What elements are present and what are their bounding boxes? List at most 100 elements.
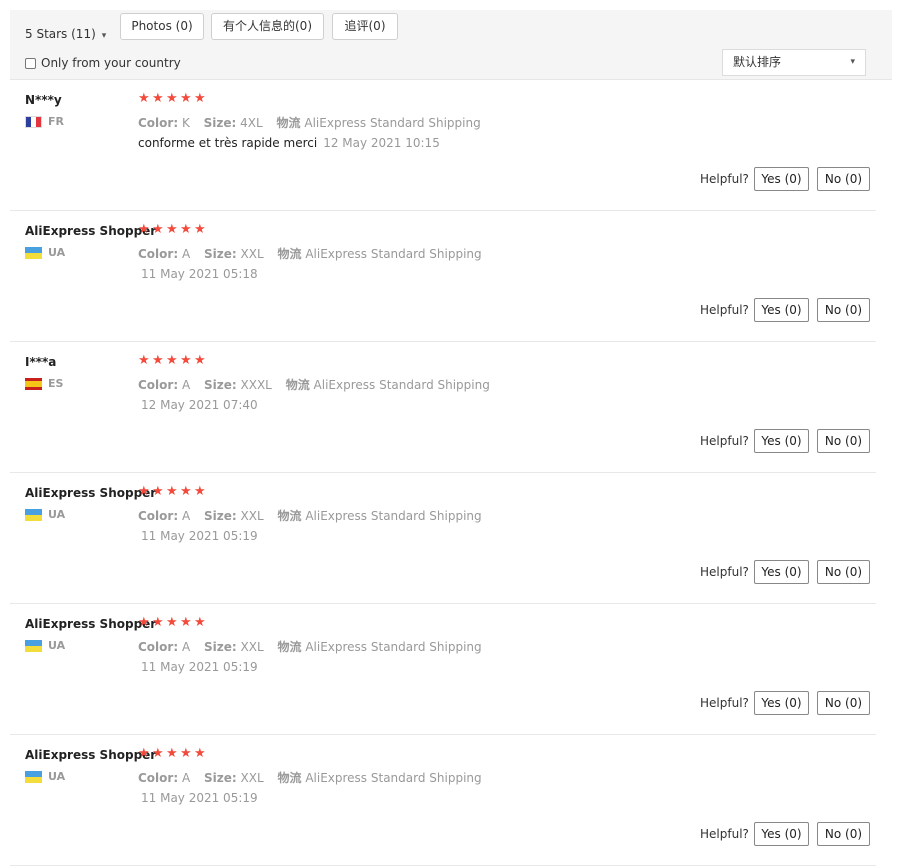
helpful-label: Helpful? — [700, 172, 749, 186]
order-info: Color: A Size: XXL 物流 AliExpress Standar… — [138, 769, 482, 786]
country-code: ES — [48, 377, 64, 390]
color-label: Color: — [138, 771, 179, 785]
star-icon: ★ — [194, 746, 206, 761]
comment-text: conforme et très rapide merci — [138, 136, 318, 150]
order-info: Color: A Size: XXL 物流 AliExpress Standar… — [138, 507, 482, 524]
reviewer-country: UA — [25, 508, 65, 521]
star-rating: ★ ★ ★ ★ ★ — [138, 354, 208, 368]
helpful-no-button[interactable]: No (0) — [817, 691, 870, 715]
star-icon: ★ — [180, 615, 192, 630]
star-icon: ★ — [180, 222, 192, 237]
size-label: Size: — [204, 771, 237, 785]
reviewer-name: AliExpress Shopper — [25, 748, 157, 762]
review-item: AliExpress Shopper UA ★ ★ ★ ★ ★ Color: A Siz… — [10, 211, 876, 342]
helpful-yes-button[interactable]: Yes (0) — [754, 298, 809, 322]
helpful-yes-button[interactable]: Yes (0) — [754, 167, 809, 191]
star-icon: ★ — [166, 91, 178, 106]
helpful-yes-button[interactable]: Yes (0) — [754, 560, 809, 584]
star-icon: ★ — [152, 222, 164, 237]
shipping-value: AliExpress Standard Shipping — [305, 247, 482, 261]
star-filter-dropdown[interactable]: 5 Stars (11) ▾ — [25, 20, 106, 48]
shipping-value: AliExpress Standard Shipping — [305, 771, 482, 785]
star-icon: ★ — [166, 615, 178, 630]
review-date: 11 May 2021 05:19 — [141, 660, 258, 674]
helpful-no-button[interactable]: No (0) — [817, 167, 870, 191]
helpful-no-button[interactable]: No (0) — [817, 298, 870, 322]
followup-review-filter-button[interactable]: 追评(0) — [332, 13, 398, 40]
reviewer-name: AliExpress Shopper — [25, 617, 157, 631]
star-icon: ★ — [180, 746, 192, 761]
color-value: K — [181, 116, 190, 130]
star-icon: ★ — [138, 222, 150, 237]
country-code: UA — [48, 508, 66, 521]
star-icon: ★ — [138, 615, 150, 630]
helpful-yes-button[interactable]: Yes (0) — [754, 822, 809, 846]
star-icon: ★ — [138, 746, 150, 761]
size-value: XXXL — [240, 378, 272, 392]
star-icon: ★ — [166, 353, 178, 368]
color-value: A — [181, 247, 191, 261]
star-icon: ★ — [152, 484, 164, 499]
color-label: Color: — [138, 509, 179, 523]
shipping-label: 物流 — [276, 116, 301, 130]
country-code: UA — [48, 639, 66, 652]
star-icon: ★ — [138, 484, 150, 499]
country-code: UA — [48, 246, 66, 259]
star-filter-label: 5 Stars (11) — [25, 27, 96, 41]
star-icon: ★ — [152, 91, 164, 106]
color-label: Color: — [138, 116, 179, 130]
reviewer-name: N***y — [25, 93, 62, 107]
chevron-down-icon: ▾ — [850, 57, 855, 67]
star-rating: ★ ★ ★ ★ ★ — [138, 223, 208, 237]
star-icon: ★ — [194, 615, 206, 630]
star-icon: ★ — [180, 353, 192, 368]
star-icon: ★ — [152, 615, 164, 630]
review-item: AliExpress Shopper UA ★ ★ ★ ★ ★ Color: A Siz… — [10, 735, 876, 866]
helpful-label: Helpful? — [700, 696, 749, 710]
color-label: Color: — [138, 640, 179, 654]
checkbox[interactable] — [25, 57, 36, 69]
shipping-label: 物流 — [285, 378, 310, 392]
review-filter-bar: 5 Stars (11) ▾ Photos (0) 有个人信息的(0) 追评(0)… — [10, 10, 892, 80]
star-icon: ★ — [194, 484, 206, 499]
star-icon: ★ — [180, 91, 192, 106]
photos-filter-button[interactable]: Photos (0) — [120, 13, 204, 40]
flag-icon — [25, 246, 42, 259]
only-my-country-toggle[interactable]: Only from your country — [25, 55, 181, 71]
only-my-country-label: Only from your country — [41, 56, 181, 70]
helpful-yes-button[interactable]: Yes (0) — [754, 429, 809, 453]
size-label: Size: — [204, 247, 237, 261]
flag-icon — [25, 115, 42, 128]
helpful-no-button[interactable]: No (0) — [817, 822, 870, 846]
helpful-no-button[interactable]: No (0) — [817, 429, 870, 453]
star-icon: ★ — [152, 746, 164, 761]
review-item: AliExpress Shopper UA ★ ★ ★ ★ ★ Color: A Siz… — [10, 473, 876, 604]
flag-icon — [25, 508, 42, 521]
star-icon: ★ — [152, 353, 164, 368]
star-icon: ★ — [166, 746, 178, 761]
helpful-no-button[interactable]: No (0) — [817, 560, 870, 584]
sort-dropdown[interactable]: 默认排序 ▾ — [722, 49, 866, 76]
order-info: Color: A Size: XXXL 物流 AliExpress Standa… — [138, 376, 490, 393]
star-icon: ★ — [166, 222, 178, 237]
helpful-label: Helpful? — [700, 827, 749, 841]
size-value: XXL — [240, 509, 264, 523]
reviewer-name: AliExpress Shopper — [25, 486, 157, 500]
order-info: Color: A Size: XXL 物流 AliExpress Standar… — [138, 245, 482, 262]
shipping-label: 物流 — [277, 247, 302, 261]
size-label: Size: — [204, 640, 237, 654]
helpful-yes-button[interactable]: Yes (0) — [754, 691, 809, 715]
personal-info-filter-button[interactable]: 有个人信息的(0) — [211, 13, 324, 40]
star-rating: ★ ★ ★ ★ ★ — [138, 485, 208, 499]
star-icon: ★ — [180, 484, 192, 499]
color-label: Color: — [138, 247, 179, 261]
review-date: 11 May 2021 05:19 — [141, 529, 258, 543]
star-icon: ★ — [194, 91, 206, 106]
reviewer-country: UA — [25, 770, 65, 783]
reviewer-country: UA — [25, 639, 65, 652]
reviewer-name: I***a — [25, 355, 57, 369]
review-date: 12 May 2021 10:15 — [323, 136, 440, 150]
shipping-label: 物流 — [277, 640, 302, 654]
size-value: XXL — [240, 247, 264, 261]
star-rating: ★ ★ ★ ★ ★ — [138, 747, 208, 761]
